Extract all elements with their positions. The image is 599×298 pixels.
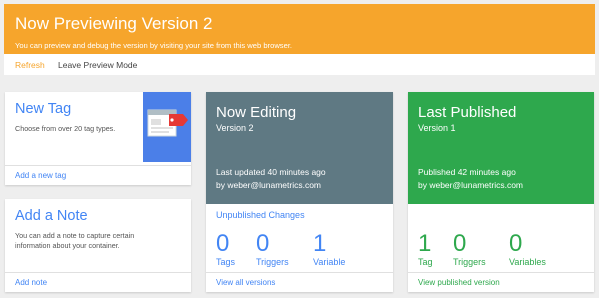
stat-label: Triggers [256,257,289,267]
now-editing-header: Now Editing Version 2 Last updated 40 mi… [206,92,393,204]
published-time-text: Published 42 minutes ago [418,167,516,177]
published-variables-stat[interactable]: 0 Variables [509,230,546,268]
preview-title: Now Previewing Version 2 [15,14,213,33]
now-editing-version: Version 2 [216,123,254,133]
unpublished-changes-label: Unpublished Changes [216,210,305,220]
last-updated-text: Last updated 40 minutes ago [216,167,326,177]
new-tag-title[interactable]: New Tag [15,101,71,117]
published-author: by weber@lunametrics.com [418,180,523,190]
stat-value: 0 [216,230,230,257]
stat-value: 1 [313,230,327,257]
published-tags-stat[interactable]: 1 Tag [418,230,433,268]
add-note-link[interactable]: Add note [5,272,191,292]
stat-label: Tag [418,257,433,267]
now-editing-card: Now Editing Version 2 Last updated 40 mi… [206,92,393,292]
editing-author: by weber@lunametrics.com [216,180,321,190]
stat-value: 0 [256,230,270,257]
published-triggers-stat[interactable]: 0 Triggers [453,230,486,268]
stat-value: 0 [509,230,523,257]
add-new-tag-link[interactable]: Add a new tag [5,165,191,185]
add-note-card[interactable]: Add a Note You can add a note to capture… [5,199,191,292]
now-editing-title: Now Editing [216,104,297,121]
editing-variables-stat[interactable]: 1 Variable [313,230,346,268]
view-all-versions-link[interactable]: View all versions [206,272,393,292]
stat-label: Variables [509,257,546,267]
last-published-header: Last Published Version 1 Published 42 mi… [408,92,594,204]
editing-triggers-stat[interactable]: 0 Triggers [256,230,289,268]
new-tag-card[interactable]: New Tag Choose from over 20 tag types. A… [5,92,191,185]
add-note-title[interactable]: Add a Note [15,208,88,224]
stat-label: Variable [313,257,346,267]
new-tag-description: Choose from over 20 tag types. [15,124,116,133]
last-published-title: Last Published [418,104,517,121]
refresh-link[interactable]: Refresh [15,60,45,70]
browser-tag-icon [143,92,191,162]
preview-action-bar: Refresh Leave Preview Mode [4,54,595,75]
last-published-card: Last Published Version 1 Published 42 mi… [408,92,594,292]
editing-tags-stat[interactable]: 0 Tags [216,230,236,268]
stat-label: Tags [216,257,236,267]
preview-subtitle: You can preview and debug the version by… [15,41,293,50]
stat-label: Triggers [453,257,486,267]
stat-value: 1 [418,230,432,257]
stat-value: 0 [453,230,467,257]
add-note-description: You can add a note to capture certain in… [15,231,135,250]
last-published-version: Version 1 [418,123,456,133]
view-published-version-link[interactable]: View published version [408,272,594,292]
leave-preview-link[interactable]: Leave Preview Mode [58,60,137,70]
